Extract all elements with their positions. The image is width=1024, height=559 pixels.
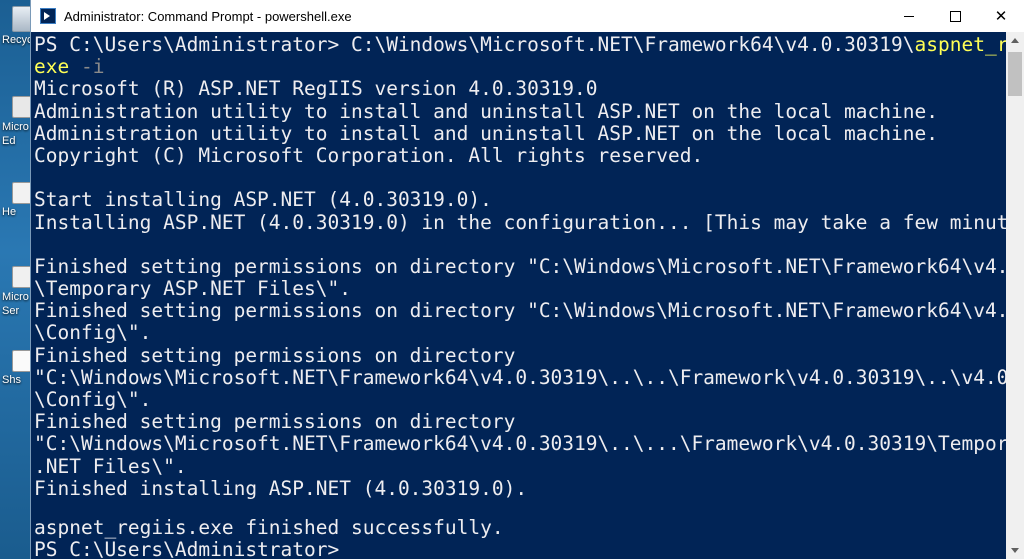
prompt-line-wrap: exe -i — [34, 56, 1007, 78]
output-line: Administration utility to install and un… — [34, 121, 938, 145]
output-line: Administration utility to install and un… — [34, 99, 938, 123]
output-line: "C:\Windows\Microsoft.NET\Framework64\v4… — [34, 432, 1007, 456]
arrow-down-icon — [1011, 548, 1019, 553]
desktop: Recyc Micro Ed He Micro Ser Shs — [0, 0, 34, 559]
prompt-text: PS C:\Users\Administrator> — [34, 33, 351, 56]
output-line: Microsoft (R) ASP.NET RegIIS version 4.0… — [34, 77, 598, 101]
scroll-up-button[interactable] — [1006, 32, 1024, 49]
output-line: Finished setting permissions on director… — [34, 343, 516, 367]
prompt-line: PS C:\Users\Administrator> C:\Windows\Mi… — [34, 33, 1007, 56]
output-line: Copyright (C) Microsoft Corporation. All… — [34, 143, 704, 167]
output-line: \Config\". — [34, 321, 152, 345]
arrow-up-icon — [1011, 38, 1019, 43]
scroll-down-button[interactable] — [1006, 542, 1024, 559]
output-line: Installing ASP.NET (4.0.30319.0) in the … — [34, 210, 1007, 234]
output-line: "C:\Windows\Microsoft.NET\Framework64\v4… — [34, 365, 1007, 389]
minimize-button[interactable] — [886, 0, 932, 32]
console-window: Administrator: Command Prompt - powershe… — [30, 0, 1024, 559]
output-line: Finished installing ASP.NET (4.0.30319.0… — [34, 476, 528, 500]
output-line: Finished setting permissions on director… — [34, 299, 1007, 323]
command-path: C:\Windows\Microsoft.NET\Framework64\v4.… — [350, 33, 915, 56]
title-bar[interactable]: Administrator: Command Prompt - powershe… — [31, 0, 1024, 32]
maximize-icon — [949, 10, 961, 22]
output-line: \Config\". — [34, 388, 152, 411]
powershell-icon[interactable] — [40, 8, 56, 24]
recycle-bin-icon — [12, 6, 32, 32]
command-name-wrap: exe — [34, 55, 70, 79]
output-line: Finished setting permissions on director… — [34, 254, 1007, 278]
output-line: Start installing ASP.NET (4.0.30319.0). — [34, 188, 492, 212]
console-lines: PS C:\Users\Administrator> C:\Windows\Mi… — [34, 33, 1007, 559]
current-prompt[interactable]: PS C:\Users\Administrator> — [34, 538, 1007, 559]
output-line: \Temporary ASP.NET Files\". — [34, 277, 351, 301]
output-line: .NET Files\". — [34, 454, 187, 478]
output-line: Finished setting permissions on director… — [34, 410, 516, 434]
command-argument: -i — [69, 55, 105, 79]
window-title: Administrator: Command Prompt - powershe… — [64, 8, 352, 24]
output-line: aspnet_regiis.exe finished successfully. — [34, 515, 504, 539]
close-icon: ✕ — [994, 7, 1008, 25]
command-name: aspnet_regiis. — [914, 33, 1007, 56]
vertical-scrollbar[interactable] — [1006, 32, 1024, 559]
console-output[interactable]: PS C:\Users\Administrator> C:\Windows\Mi… — [31, 32, 1007, 559]
minimize-icon — [904, 15, 914, 17]
close-button[interactable]: ✕ — [978, 0, 1024, 32]
maximize-button[interactable] — [932, 0, 978, 32]
scrollbar-thumb[interactable] — [1008, 52, 1022, 96]
